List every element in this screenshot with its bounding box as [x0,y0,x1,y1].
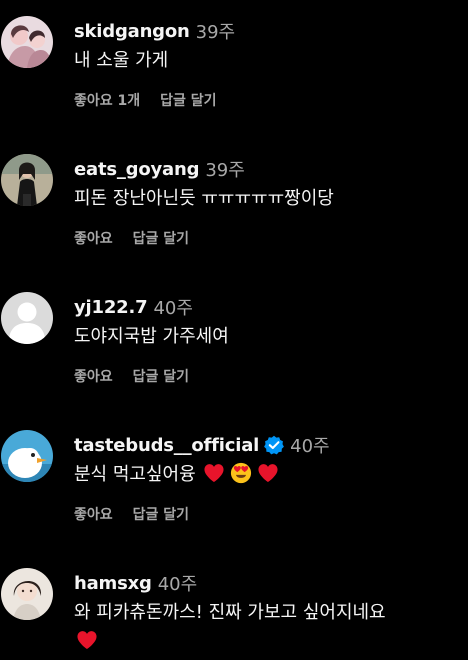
timestamp: 40주 [157,574,198,595]
comment-item: tastebuds__official 40주 분식 먹고싶어융 좋아요 답글 … [0,414,468,552]
username[interactable]: tastebuds__official [74,435,259,456]
username[interactable]: hamsxg [74,573,152,594]
heart-eyes-face-icon [230,462,252,484]
timestamp: 40주 [153,298,193,319]
comment-text-row: 분식 먹고싶어융 [74,460,466,489]
avatar[interactable] [1,16,53,68]
comment-text: 와 피카츄돈까스! 진짜 가보고 싶어지네요 [74,602,386,623]
avatar[interactable] [1,430,53,482]
avatar[interactable] [1,568,53,620]
comment-text: 내 소울 가게 [74,50,169,71]
username[interactable]: skidgangon [74,21,190,42]
comment-item: eats_goyang 39주 피돈 장난아닌듯 ㅠㅠㅠㅠㅠ짱이당 좋아요 답글… [0,138,468,276]
reply-button[interactable]: 답글 달기 [133,504,189,524]
username[interactable]: eats_goyang [74,159,200,180]
like-button[interactable]: 좋아요 [74,228,113,248]
red-heart-icon [257,463,279,483]
reply-button[interactable]: 답글 달기 [160,90,216,110]
like-button[interactable]: 좋아요 [74,504,113,524]
comment-item: hamsxg 40주 와 피카츄돈까스! 진짜 가보고 싶어지네요 [0,552,468,660]
comment-text-row: 와 피카츄돈까스! 진짜 가보고 싶어지네요 [74,598,466,656]
reply-button[interactable]: 답글 달기 [133,366,189,386]
avatar[interactable] [1,292,53,344]
like-count-button[interactable]: 좋아요 1개 [74,90,140,110]
like-button[interactable]: 좋아요 [74,366,113,386]
timestamp: 39주 [195,22,236,43]
comment-text: 분식 먹고싶어융 [74,464,196,485]
comment-text: 피돈 장난아닌듯 ㅠㅠㅠㅠㅠ짱이당 [74,188,334,209]
username[interactable]: yj122.7 [74,297,148,318]
avatar[interactable] [1,154,53,206]
timestamp: 40주 [290,436,330,457]
comment-item: skidgangon 39주 내 소울 가게 좋아요 1개 답글 달기 [0,0,468,138]
red-heart-icon [76,630,98,650]
comment-text: 도야지국밥 가주세여 [74,326,229,347]
comment-item: yj122.7 40주 도야지국밥 가주세여 좋아요 답글 달기 [0,276,468,414]
default-avatar-icon [1,292,53,344]
timestamp: 39주 [205,160,245,181]
verified-badge-icon [264,435,285,455]
reply-button[interactable]: 답글 달기 [133,228,189,248]
red-heart-icon [203,463,225,483]
